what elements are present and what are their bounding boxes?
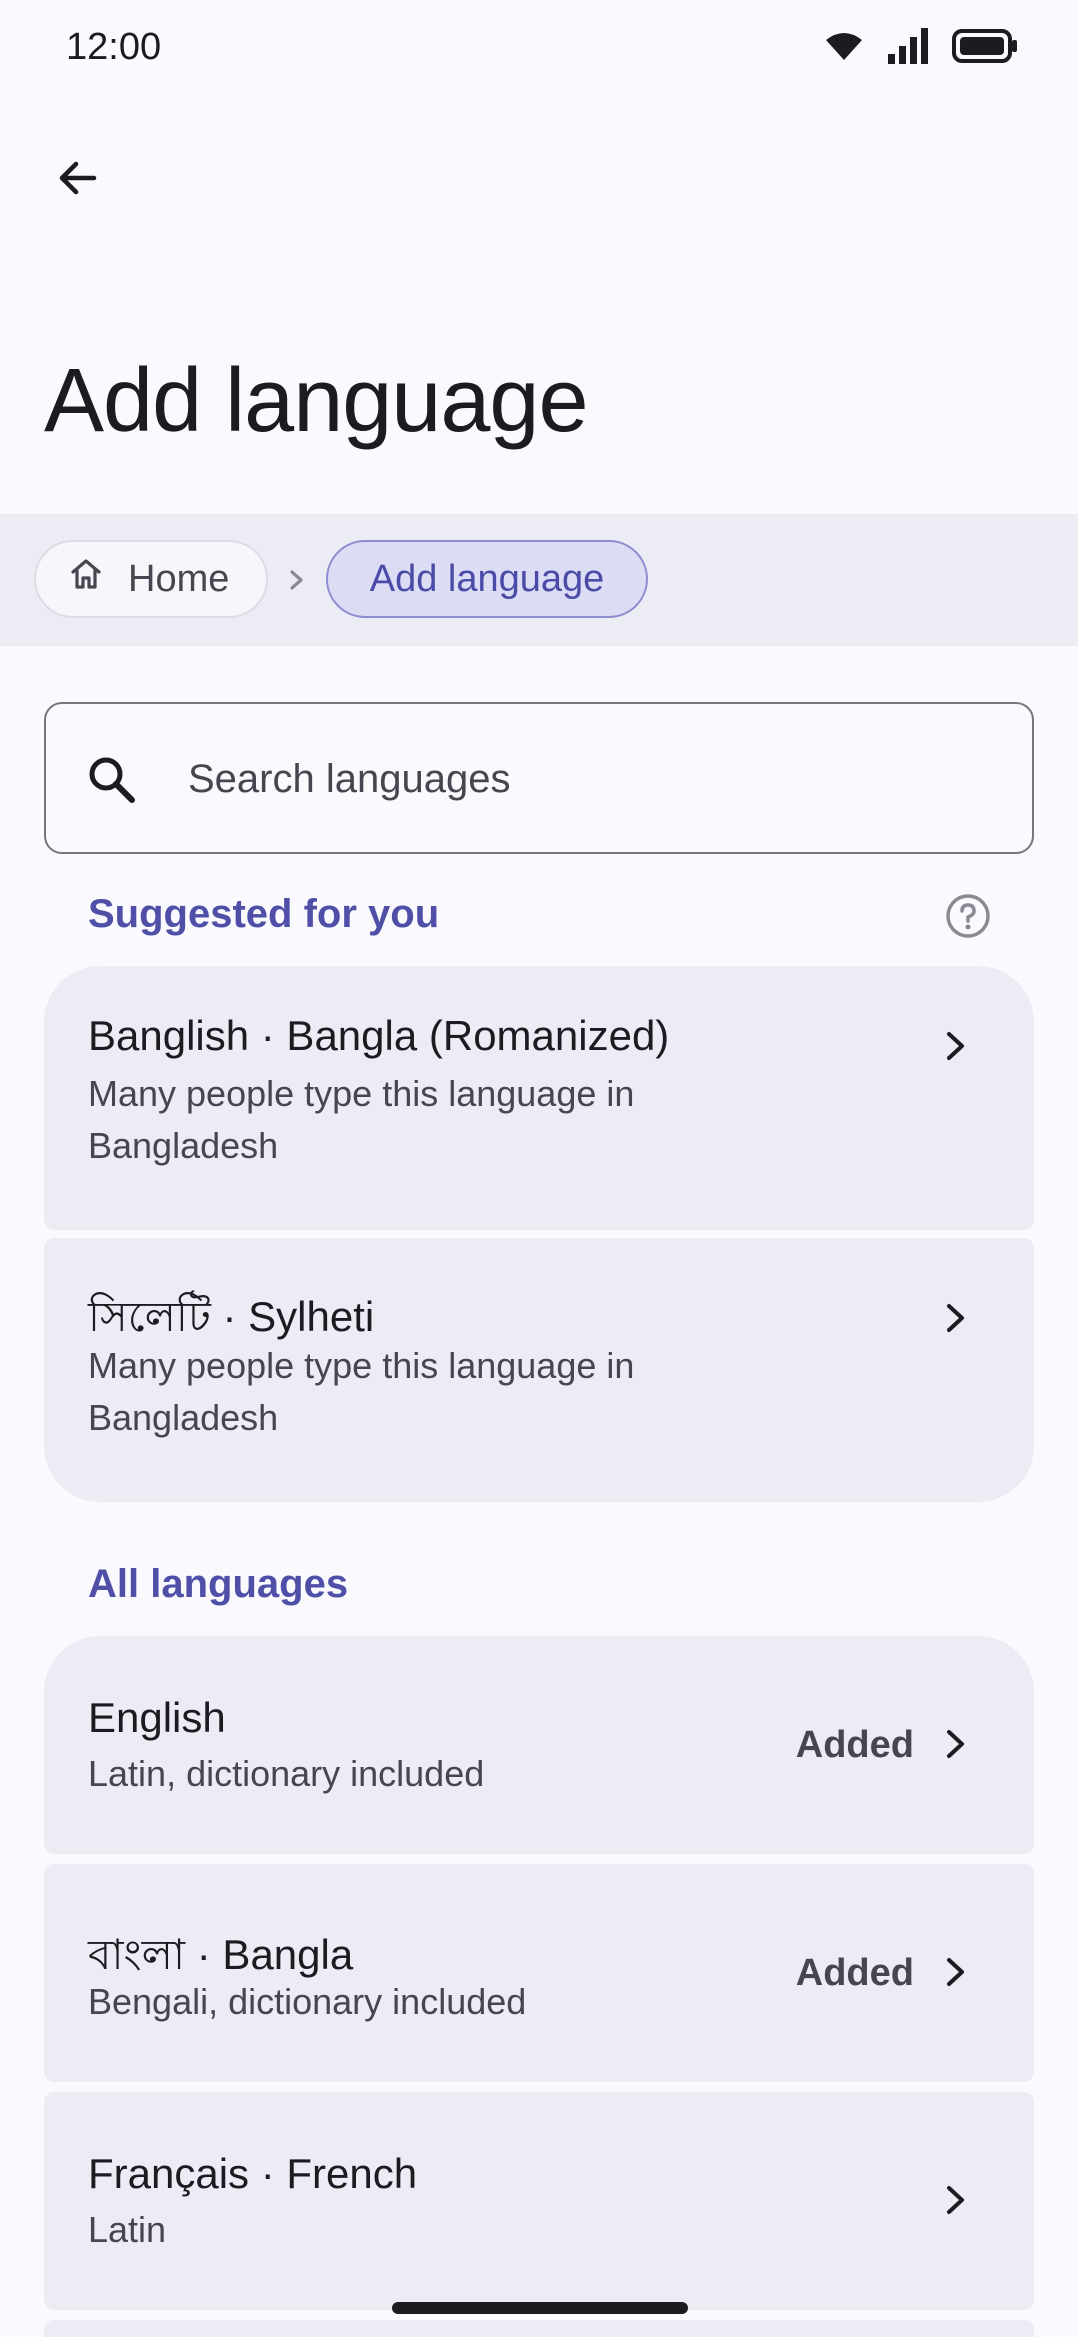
item-title: Banglish · Bangla (Romanized) (88, 1012, 670, 1059)
item-subtitle: Many people type this language in Bangla… (88, 1073, 635, 1166)
item-subtitle: Many people type this language in Bangla… (88, 1345, 635, 1438)
back-button[interactable] (36, 138, 120, 222)
home-indicator[interactable] (392, 2302, 688, 2314)
status-time: 12:00 (66, 26, 162, 68)
chevron-right-icon (936, 1024, 976, 1073)
list-item-suggested-sylheti[interactable]: সিলেটি · Sylheti Many people type this l… (44, 1238, 1034, 1502)
battery-icon (952, 28, 1018, 64)
status-bar: 12:00 (0, 0, 1078, 96)
item-subtitle: Bengali, dictionary included (88, 1981, 527, 2022)
item-subtitle: Latin, dictionary included (88, 1753, 485, 1794)
breadcrumb-home-chip[interactable]: Home (34, 540, 268, 618)
breadcrumb-home-label: Home (128, 557, 230, 600)
breadcrumb: Home Add language (0, 514, 1078, 646)
list-item-english[interactable]: English Latin, dictionary included Added (44, 1636, 1034, 1854)
breadcrumb-current-chip[interactable]: Add language (326, 540, 648, 618)
list-item-french[interactable]: Français · French Latin (44, 2092, 1034, 2310)
item-title: Français · French (88, 2150, 418, 2197)
wifi-icon (824, 30, 864, 62)
chevron-right-icon (936, 1722, 976, 1771)
breadcrumb-current-label: Add language (369, 557, 605, 600)
search-field[interactable] (44, 702, 1034, 854)
arrow-left-icon (54, 154, 102, 207)
help-circle-icon[interactable] (944, 892, 992, 940)
page-title: Add language (44, 351, 589, 451)
all-languages-header: All languages (88, 1562, 349, 1606)
chevron-right-icon (936, 1296, 976, 1345)
search-input[interactable] (188, 744, 988, 814)
chevron-right-icon (936, 1950, 976, 1999)
list-item-next[interactable] (44, 2320, 1034, 2337)
item-title: English (88, 1694, 226, 1741)
added-badge: Added (795, 1952, 914, 1994)
signal-icon (886, 28, 930, 64)
screen: 12:00 Add language Home Add language Sea… (0, 0, 1078, 2337)
search-icon (84, 752, 138, 811)
suggested-header: Suggested for you (88, 892, 440, 936)
home-icon (68, 556, 104, 602)
added-badge: Added (795, 1724, 914, 1766)
list-item-suggested-banglish[interactable]: Banglish · Bangla (Romanized) Many peopl… (44, 966, 1034, 1230)
chevron-right-icon (936, 2178, 976, 2227)
item-subtitle: Latin (88, 2209, 167, 2250)
chevron-right-icon (284, 562, 310, 603)
list-item-bangla[interactable]: বাংলা · Bangla Bengali, dictionary inclu… (44, 1864, 1034, 2082)
status-icons (824, 28, 1018, 64)
